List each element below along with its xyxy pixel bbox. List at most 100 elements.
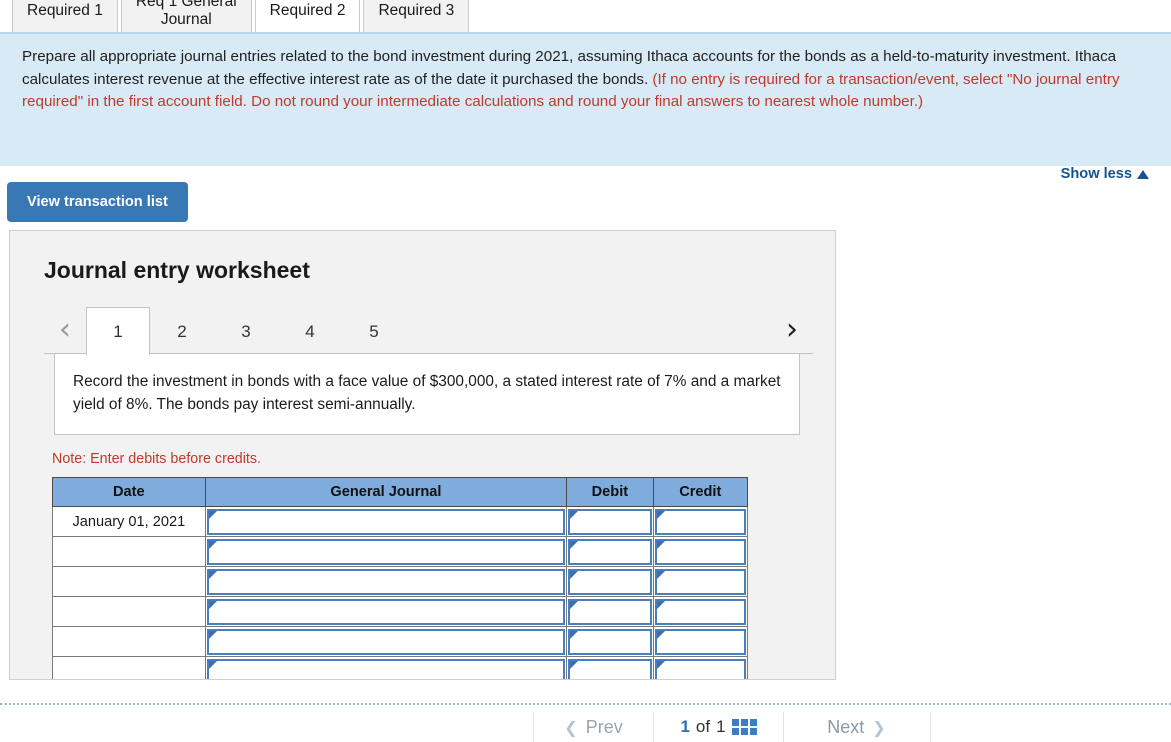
worksheet-tab-1[interactable]: 1 (86, 307, 150, 355)
page-total: 1 (716, 717, 726, 736)
credit-input-wrapper (654, 568, 746, 595)
cell-general-journal[interactable] (204, 596, 568, 627)
cell-date: January 01, 2021 (52, 506, 206, 537)
tab-required-1[interactable]: Required 1 (12, 0, 118, 33)
debit-input[interactable] (570, 570, 650, 593)
worksheet-tab-3[interactable]: 3 (214, 307, 278, 355)
general-journal-input[interactable] (208, 630, 564, 653)
cell-credit[interactable] (652, 626, 749, 657)
general-journal-input-wrapper (206, 508, 566, 535)
next-button[interactable]: Next ❯ (784, 712, 929, 742)
worksheet-title: Journal entry worksheet (44, 257, 310, 283)
cell-date (52, 656, 206, 679)
cell-debit[interactable] (566, 596, 654, 627)
general-journal-input[interactable] (208, 600, 564, 623)
table-row (52, 566, 749, 597)
column-header-credit: Credit (652, 477, 749, 507)
chevron-right-icon[interactable]: › (771, 306, 813, 354)
cell-general-journal[interactable] (204, 626, 568, 657)
debit-input-wrapper (568, 628, 652, 655)
general-journal-input-wrapper (206, 598, 566, 625)
credit-input-wrapper (654, 598, 746, 625)
table-row (52, 536, 749, 567)
arrow-right-icon: ❯ (872, 717, 886, 737)
cell-debit[interactable] (566, 566, 654, 597)
cell-general-journal[interactable] (204, 566, 568, 597)
worksheet-tab-2[interactable]: 2 (150, 307, 214, 355)
debit-input[interactable] (570, 510, 650, 533)
chevron-left-icon[interactable]: ‹ (44, 306, 86, 354)
column-header-general-journal: General Journal (204, 477, 568, 507)
cell-debit[interactable] (566, 506, 654, 537)
requirement-tabs: Required 1 Req 1 General Journal Require… (0, 0, 1171, 33)
cell-debit[interactable] (566, 626, 654, 657)
show-less-toggle[interactable]: Show less (1061, 166, 1149, 182)
debit-input-wrapper (568, 658, 652, 679)
show-less-label: Show less (1060, 166, 1132, 182)
credit-input[interactable] (656, 510, 744, 533)
general-journal-input[interactable] (208, 540, 564, 563)
prev-label: Prev (585, 716, 623, 737)
credit-input[interactable] (656, 570, 744, 593)
credit-input-wrapper (654, 538, 746, 565)
caret-up-icon (1137, 169, 1149, 179)
debits-before-credits-note: Note: Enter debits before credits. (52, 451, 262, 467)
cell-credit[interactable] (652, 506, 749, 537)
credit-input[interactable] (656, 660, 744, 679)
credit-input[interactable] (656, 600, 744, 623)
worksheet-tab-4[interactable]: 4 (278, 307, 342, 355)
page-current: 1 (680, 717, 690, 736)
cell-date (52, 626, 206, 657)
instruction-panel: Prepare all appropriate journal entries … (0, 34, 1171, 182)
tab-required-2[interactable]: Required 2 (254, 0, 361, 33)
credit-input-wrapper (654, 658, 746, 679)
tab-req-1-general-journal[interactable]: Req 1 General Journal (120, 0, 252, 33)
general-journal-input-wrapper (206, 628, 566, 655)
journal-entry-table: Date General Journal Debit Credit Januar… (52, 477, 749, 679)
arrow-left-icon: ❮ (564, 717, 578, 737)
general-journal-input-wrapper (206, 568, 566, 595)
debit-input[interactable] (570, 630, 650, 653)
general-journal-input-wrapper (206, 658, 566, 679)
table-row (52, 626, 749, 657)
cell-credit[interactable] (652, 536, 749, 567)
prev-button[interactable]: ❮ Prev (534, 712, 654, 742)
general-journal-input-wrapper (206, 538, 566, 565)
debit-input[interactable] (570, 600, 650, 623)
debit-input[interactable] (570, 540, 650, 563)
tab-required-3[interactable]: Required 3 (363, 0, 470, 33)
credit-input-wrapper (654, 628, 746, 655)
cell-date (52, 536, 206, 567)
general-journal-input[interactable] (208, 660, 564, 679)
cell-credit[interactable] (652, 656, 749, 679)
table-row (52, 596, 749, 627)
cell-general-journal[interactable] (204, 506, 568, 537)
general-journal-input[interactable] (208, 570, 564, 593)
cell-debit[interactable] (566, 536, 654, 567)
column-header-debit: Debit (566, 477, 654, 507)
page-of-label: of (695, 717, 711, 736)
grid-view-icon[interactable] (731, 719, 757, 735)
cell-general-journal[interactable] (204, 656, 568, 679)
credit-input[interactable] (656, 540, 744, 563)
cell-credit[interactable] (652, 596, 749, 627)
bottom-dotted-separator (0, 703, 1171, 705)
view-transaction-list-button[interactable]: View transaction list (7, 182, 188, 222)
credit-input[interactable] (656, 630, 744, 653)
cell-credit[interactable] (652, 566, 749, 597)
cell-date (52, 566, 206, 597)
general-journal-input[interactable] (208, 510, 564, 533)
pager-rule (44, 353, 813, 354)
column-header-date: Date (52, 477, 206, 507)
table-header-row: Date General Journal Debit Credit (52, 477, 749, 507)
debit-input[interactable] (570, 660, 650, 679)
worksheet-tab-5[interactable]: 5 (342, 307, 406, 355)
debit-input-wrapper (568, 598, 652, 625)
journal-entry-worksheet-panel: Journal entry worksheet ‹ 1 2 3 4 5 › Re… (9, 230, 836, 680)
debit-input-wrapper (568, 538, 652, 565)
cell-debit[interactable] (566, 656, 654, 679)
cell-general-journal[interactable] (204, 536, 568, 567)
table-row: January 01, 2021 (52, 506, 749, 537)
debit-input-wrapper (568, 508, 652, 535)
instruction-text: Prepare all appropriate journal entries … (22, 46, 1149, 114)
